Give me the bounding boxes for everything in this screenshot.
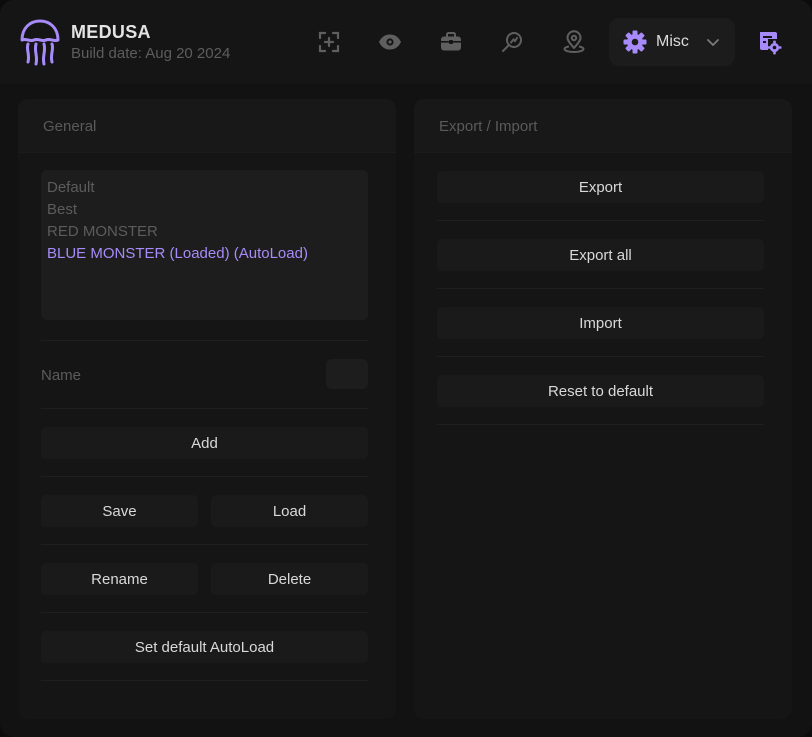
- export-button[interactable]: Export: [437, 171, 764, 203]
- misc-dropdown[interactable]: Misc: [609, 18, 735, 66]
- divider: [41, 340, 368, 341]
- import-button[interactable]: Import: [437, 307, 764, 339]
- divider: [437, 356, 764, 357]
- config-list-item[interactable]: Default: [47, 179, 95, 196]
- build-date: Build date: Aug 20 2024: [71, 45, 231, 62]
- crosshair-icon[interactable]: [316, 29, 342, 55]
- jellyfish-logo-icon: [20, 19, 60, 66]
- general-panel-title: General: [43, 118, 97, 135]
- config-list-item[interactable]: Best: [47, 201, 77, 218]
- briefcase-icon[interactable]: [438, 29, 464, 55]
- divider: [437, 424, 764, 425]
- eye-icon[interactable]: [377, 29, 403, 55]
- export-import-panel-title: Export / Import: [439, 118, 538, 135]
- reset-to-default-button[interactable]: Reset to default: [437, 375, 764, 407]
- config-list-item[interactable]: RED MONSTER: [47, 223, 158, 240]
- export-all-button[interactable]: Export all: [437, 239, 764, 271]
- divider: [41, 476, 368, 477]
- config-settings-icon[interactable]: [756, 29, 782, 55]
- gear-icon: [623, 30, 647, 54]
- search-magnifier-icon[interactable]: [499, 29, 525, 55]
- rename-button[interactable]: Rename: [41, 563, 198, 595]
- save-button[interactable]: Save: [41, 495, 198, 527]
- add-button[interactable]: Add: [41, 427, 368, 459]
- delete-button[interactable]: Delete: [211, 563, 368, 595]
- divider: [437, 288, 764, 289]
- divider: [41, 544, 368, 545]
- divider: [41, 612, 368, 613]
- load-button[interactable]: Load: [211, 495, 368, 527]
- config-listbox[interactable]: Default Best RED MONSTER BLUE MONSTER (L…: [41, 170, 368, 320]
- divider: [437, 220, 764, 221]
- set-default-autoload-button[interactable]: Set default AutoLoad: [41, 631, 368, 663]
- name-label: Name: [41, 367, 82, 384]
- divider: [41, 680, 368, 681]
- divider: [41, 408, 368, 409]
- config-list-item-active[interactable]: BLUE MONSTER (Loaded) (AutoLoad): [47, 245, 308, 262]
- map-pin-icon[interactable]: [561, 29, 587, 55]
- app-title: MEDUSA: [71, 22, 151, 42]
- name-input[interactable]: [326, 359, 368, 389]
- app-window: MEDUSA Build date: Aug 20 2024 Misc Gene…: [0, 0, 812, 737]
- misc-label: Misc: [656, 33, 689, 50]
- header-bar: MEDUSA Build date: Aug 20 2024 Misc: [0, 0, 812, 84]
- chevron-down-icon: [707, 39, 719, 46]
